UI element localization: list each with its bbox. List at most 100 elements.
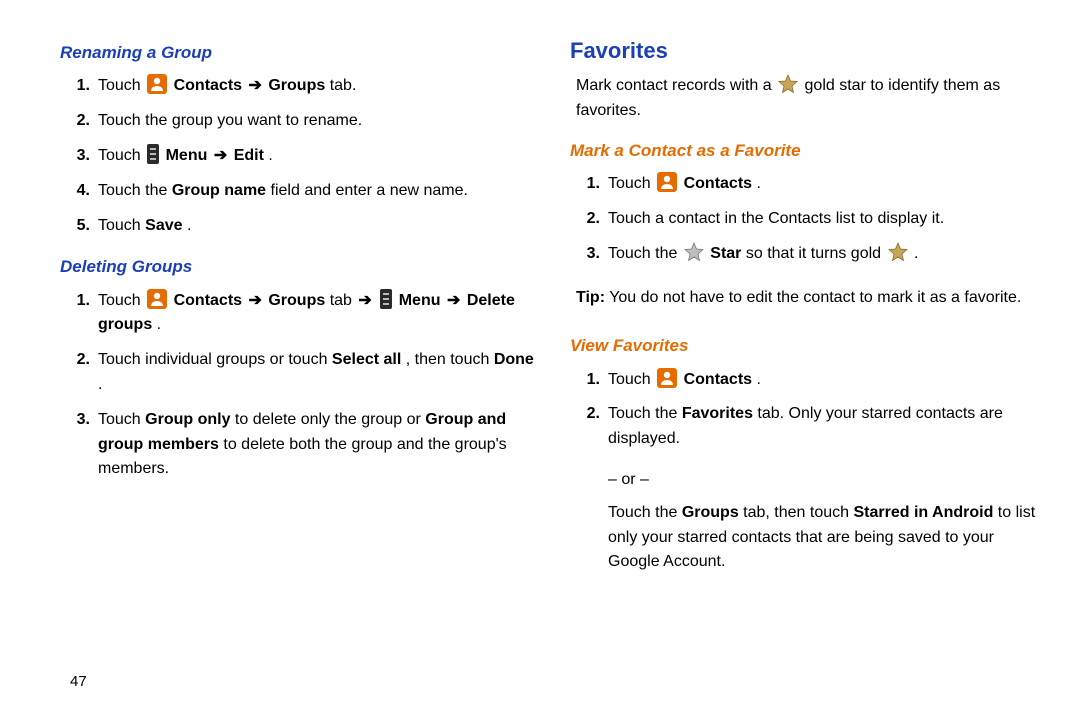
text: . [757,371,761,388]
text-bold: Menu [166,147,208,164]
text: tab, then touch [743,504,853,521]
step: 1. Touch Contacts . [592,172,1044,207]
arrow-icon: ➔ [358,292,371,309]
text: Touch [98,217,145,234]
text-bold: Groups [268,77,325,94]
text-bold: Star [710,245,741,262]
text: , then touch [406,351,494,368]
step: 5. Touch Save . [82,214,534,249]
step: 2. Touch individual groups or touch Sele… [82,348,534,408]
step: 1. Touch Contacts ➔ Groups tab. [82,74,534,109]
text: . [98,376,102,393]
text: . [157,316,161,333]
text: Touch individual groups or touch [98,351,332,368]
text-bold: Contacts [174,292,242,309]
manual-page: Renaming a Group 1. Touch Contacts ➔ Gro… [0,0,1080,583]
step-number: 4. [62,179,90,204]
favorites-intro: Mark contact records with a gold star to… [570,74,1044,124]
right-column: Favorites Mark contact records with a go… [570,34,1044,583]
text-bold: Done [494,351,534,368]
step-number: 2. [572,207,600,232]
step-number: 2. [62,109,90,134]
step-number: 1. [62,289,90,314]
text: Touch [98,292,145,309]
steps-deleting: 1. Touch Contacts ➔ Groups tab ➔ Menu ➔ … [60,289,534,493]
star-gold-icon [888,242,908,262]
contacts-icon [657,368,677,388]
step-number: 2. [62,348,90,373]
text: . [268,147,272,164]
text: Touch [608,371,655,388]
text: Touch the [608,405,682,422]
steps-mark-favorite: 1. Touch Contacts . 2. Touch a contact i… [570,172,1044,276]
step-number: 2. [572,402,600,427]
text-bold: Contacts [684,175,752,192]
steps-renaming: 1. Touch Contacts ➔ Groups tab. 2. Touch… [60,74,534,248]
steps-view-favorites: 1. Touch Contacts . 2. Touch the Favorit… [570,368,1044,462]
step-number: 3. [62,144,90,169]
star-gold-icon [778,74,798,94]
menu-icon [380,289,392,309]
step: 2. Touch a contact in the Contacts list … [592,207,1044,242]
text-bold: Menu [399,292,441,309]
step: 2. Touch the Favorites tab. Only your st… [592,402,1044,462]
text-bold: Starred in Android [853,504,993,521]
arrow-icon: ➔ [214,147,227,164]
or-divider: – or – [570,468,1044,493]
text: Touch the [98,182,172,199]
page-number: 47 [70,673,87,690]
contacts-icon [657,172,677,192]
step: 3. Touch Menu ➔ Edit . [82,144,534,179]
step: 3. Touch Group only to delete only the g… [82,408,534,492]
text-bold: Save [145,217,182,234]
text: Touch [608,175,655,192]
heading-deleting-groups: Deleting Groups [60,254,534,280]
text: . [187,217,191,234]
text: Touch the [608,245,682,262]
step: 2. Touch the group you want to rename. [82,109,534,144]
text-bold: Contacts [174,77,242,94]
step-number: 1. [572,368,600,393]
text: Touch a contact in the Contacts list to … [608,210,944,227]
text: Touch [98,411,145,428]
arrow-icon: ➔ [447,292,460,309]
text-bold: Group name [172,182,266,199]
step-number: 5. [62,214,90,239]
heading-favorites: Favorites [570,34,1044,68]
star-grey-icon [684,242,704,262]
text-bold: Group only [145,411,230,428]
heading-view-favorites: View Favorites [570,333,1044,359]
text: . [757,175,761,192]
tip-text: You do not have to edit the contact to m… [609,289,1021,306]
text: to delete only the group or [235,411,425,428]
tip-label: Tip: [576,289,605,306]
heading-renaming-group: Renaming a Group [60,40,534,66]
contacts-icon [147,74,167,94]
text: . [914,245,918,262]
step-number: 3. [572,242,600,267]
step: 1. Touch Contacts . [592,368,1044,403]
text: Touch [98,77,145,94]
step: 3. Touch the Star so that it turns gold … [592,242,1044,277]
text: Touch [98,147,145,164]
step-number: 1. [62,74,90,99]
text: field and enter a new name. [271,182,468,199]
text: so that it turns gold [746,245,886,262]
text: Touch the [608,504,682,521]
text-bold: Groups [682,504,739,521]
text: Mark contact records with a [576,77,776,94]
text-bold: Contacts [684,371,752,388]
step: 1. Touch Contacts ➔ Groups tab ➔ Menu ➔ … [82,289,534,349]
left-column: Renaming a Group 1. Touch Contacts ➔ Gro… [60,34,534,583]
step-number: 1. [572,172,600,197]
arrow-icon: ➔ [249,77,262,94]
tip-note: Tip: You do not have to edit the contact… [570,286,1044,311]
text-bold: Groups [268,292,325,309]
text: tab [330,292,352,309]
step-number: 3. [62,408,90,433]
menu-icon [147,144,159,164]
step: 4. Touch the Group name field and enter … [82,179,534,214]
text-bold: Select all [332,351,401,368]
text-bold: Favorites [682,405,753,422]
text-bold: Edit [234,147,264,164]
